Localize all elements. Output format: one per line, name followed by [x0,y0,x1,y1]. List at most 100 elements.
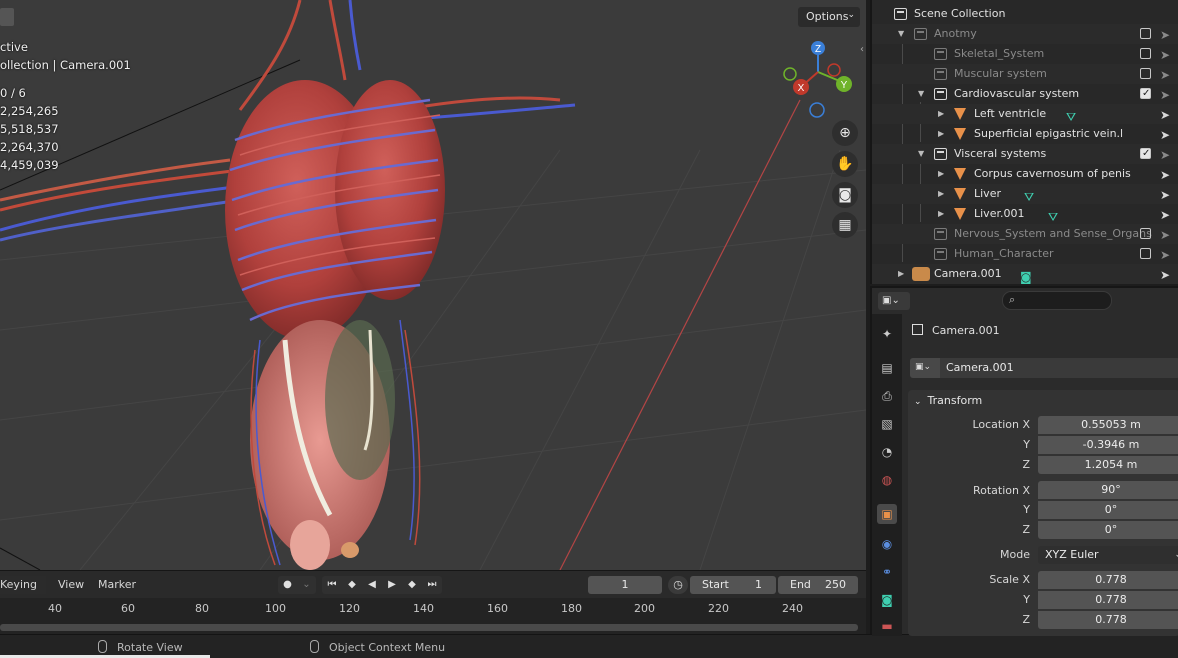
object-datablock-icon[interactable]: ▣⌄ [910,358,940,378]
gizmo-y-label: Y [841,80,848,91]
record-icon[interactable]: ● [278,576,297,594]
navigation-gizmo[interactable]: Z Y X [780,38,860,120]
select-arrow-icon[interactable]: ➤ [1160,105,1170,125]
select-arrow-icon[interactable]: ➤ [1160,165,1170,185]
texture-tab-icon[interactable]: ▬ [877,616,897,636]
select-arrow-icon[interactable]: ➤ [1160,45,1170,65]
keying-menu[interactable]: Keying ⌄ [0,576,46,604]
disclosure-collapsed-icon[interactable]: ▶ [898,264,904,284]
exclude-checkbox-checked[interactable] [1140,144,1151,164]
chevron-down-icon[interactable]: ⌄ [297,576,316,594]
exclude-checkbox[interactable] [1140,248,1151,259]
rotation-x-field[interactable]: 90° [1038,481,1178,499]
view-menu[interactable]: View [58,578,84,591]
pan-hand-icon[interactable]: ✋ [832,151,858,177]
ortho-grid-icon[interactable]: ▦ [832,212,858,238]
sidebar-toggle-icon[interactable]: ‹ [860,44,864,55]
outliner-row-liver[interactable]: ▶ Liver ⛛ ➤ [872,184,1178,204]
disclosure-collapsed-icon[interactable]: ▶ [938,104,944,124]
outliner-row-corpus-cavernosum[interactable]: ▶ Corpus cavernosum of penis ➤ [872,164,1178,184]
select-arrow-icon[interactable]: ➤ [1160,265,1170,285]
select-arrow-icon[interactable]: ➤ [1160,205,1170,225]
outliner-row-camera-001[interactable]: ▶ Camera.001 ◙ ➤ [872,264,1178,284]
view-mode-icon[interactable] [0,8,14,26]
camera-data-icon[interactable]: ◙ [1020,267,1032,287]
object-tab-icon[interactable]: ▣ [877,504,897,524]
scene-tab-icon[interactable]: ◔ [877,442,897,462]
jump-start-icon[interactable]: ⏮ [322,576,342,594]
location-x-field[interactable]: 0.55053 m [1038,416,1178,434]
constraints-tab-icon[interactable]: ⚭ [877,562,897,582]
disclosure-collapsed-icon[interactable]: ▶ [938,204,944,224]
physics-tab-icon[interactable]: ◉ [877,534,897,554]
outliner-row-skeletal-system[interactable]: Skeletal_System ➤ [872,44,1178,64]
outliner-row-anotmy[interactable]: ▼ Anotmy ➤ [872,24,1178,44]
scale-y-field[interactable]: 0.778 [1038,591,1178,609]
outliner-row-scene-collection[interactable]: Scene Collection [872,4,1178,24]
render-tab-icon[interactable]: ▤ [877,358,897,378]
camera-data-tab-icon[interactable]: ◙ [877,590,897,610]
start-frame-field[interactable]: Start 1 [690,576,776,594]
exclude-checkbox[interactable] [1140,68,1151,79]
exclude-checkbox[interactable] [1140,228,1151,239]
marker-menu[interactable]: Marker [98,578,136,591]
editor-type-dropdown[interactable]: ▣⌄ [878,292,910,310]
current-frame-field[interactable]: 1 [588,576,662,594]
next-keyframe-icon[interactable]: ◆ [402,576,422,594]
timeline-ruler[interactable]: 40 60 80 100 120 140 160 180 200 220 240 [0,598,866,634]
outliner-row-liver-001[interactable]: ▶ Liver.001 ⛛ ➤ [872,204,1178,224]
select-arrow-icon[interactable]: ➤ [1160,25,1170,45]
select-arrow-icon[interactable]: ➤ [1160,225,1170,245]
location-z-field[interactable]: 1.2054 m [1038,456,1178,474]
stopwatch-icon[interactable]: ◷ [668,576,688,594]
outliner-row-left-ventricle[interactable]: ▶ Left ventricle ⛛ ➤ [872,104,1178,124]
outliner-row-superficial-epigastric-vein[interactable]: ▶ Superficial epigastric vein.l ➤ [872,124,1178,144]
outliner-row-muscular-system[interactable]: Muscular system ➤ [872,64,1178,84]
timeline-scrollbar[interactable] [0,624,858,631]
disclosure-collapsed-icon[interactable]: ▶ [938,184,944,204]
disclosure-expanded-icon[interactable]: ▼ [918,84,924,104]
prev-keyframe-icon[interactable]: ◆ [342,576,362,594]
exclude-checkbox-checked[interactable] [1140,84,1151,104]
output-tab-icon[interactable]: ⎙ [877,386,897,406]
collection-icon [934,228,947,240]
zoom-icon[interactable]: ⊕ [832,120,858,146]
select-arrow-icon[interactable]: ➤ [1160,65,1170,85]
location-y-field[interactable]: -0.3946 m [1038,436,1178,454]
3d-viewport[interactable]: ctive ollection | Camera.001 0 / 6 2,254… [0,0,866,570]
exclude-checkbox[interactable] [1140,28,1151,39]
select-arrow-icon[interactable]: ➤ [1160,145,1170,165]
select-arrow-icon[interactable]: ➤ [1160,125,1170,145]
exclude-checkbox[interactable] [1140,48,1151,59]
scale-z-field[interactable]: 0.778 [1038,611,1178,629]
outliner-row-cardiovascular-system[interactable]: ▼ Cardiovascular system ➤ [872,84,1178,104]
rotation-mode-select[interactable]: XYZ Euler ⌄ [1038,546,1178,564]
outliner[interactable]: Scene Collection ▼ Anotmy ➤ Skeletal_Sys… [870,0,1178,284]
properties-editor[interactable]: ▣⌄ ⌕ ✦ ▤ ⎙ ▧ ◔ ◍ ▣ ◉ ⚭ ◙ ▬ Camera.001 ▣⌄… [870,286,1178,636]
rotation-z-field[interactable]: 0° [1038,521,1178,539]
object-datablock-field[interactable]: ▣⌄ Camera.001 [910,358,1178,378]
jump-end-icon[interactable]: ⏭ [422,576,442,594]
options-dropdown[interactable]: Options ⌄ [798,7,860,27]
outliner-row-visceral-systems[interactable]: ▼ Visceral systems ➤ [872,144,1178,164]
disclosure-collapsed-icon[interactable]: ▶ [938,124,944,144]
outliner-row-nervous-system[interactable]: Nervous_System and Sense_Organs ➤ [872,224,1178,244]
disclosure-expanded-icon[interactable]: ▼ [918,144,924,164]
scale-x-field[interactable]: 0.778 [1038,571,1178,589]
play-icon[interactable]: ▶ [382,576,402,594]
select-arrow-icon[interactable]: ➤ [1160,245,1170,265]
transform-panel-header[interactable]: ⌄ Transform [914,394,982,407]
select-arrow-icon[interactable]: ➤ [1160,185,1170,205]
end-frame-field[interactable]: End 250 [778,576,858,594]
outliner-row-human-character[interactable]: Human_Character ➤ [872,244,1178,264]
disclosure-collapsed-icon[interactable]: ▶ [938,164,944,184]
view-layer-tab-icon[interactable]: ▧ [877,414,897,434]
disclosure-expanded-icon[interactable]: ▼ [898,24,904,44]
world-tab-icon[interactable]: ◍ [877,470,897,490]
play-reverse-icon[interactable]: ◀ [362,576,382,594]
tool-tab-icon[interactable]: ✦ [877,324,897,344]
camera-view-icon[interactable]: ◙ [832,182,858,208]
rotation-y-field[interactable]: 0° [1038,501,1178,519]
select-arrow-icon[interactable]: ➤ [1160,85,1170,105]
properties-search-input[interactable]: ⌕ [1002,291,1112,310]
